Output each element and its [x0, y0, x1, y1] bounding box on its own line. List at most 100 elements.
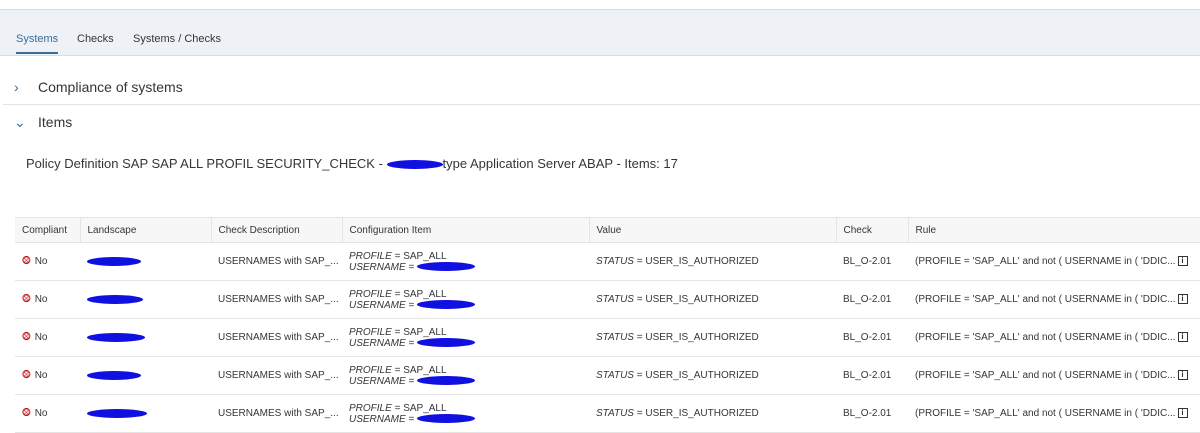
column-header[interactable]: Check [836, 217, 909, 243]
column-header[interactable]: Check Description [211, 217, 343, 243]
info-icon[interactable]: i [1177, 332, 1188, 343]
config-value: = [405, 299, 418, 311]
table-row[interactable]: ⨷ No USERNAMES with SAP_... PROFILE = SAP… [15, 242, 1200, 281]
status-negative-icon: ⨷ [22, 293, 31, 305]
check-cell: BL_O-2.01 [836, 356, 908, 395]
config-value: = [405, 337, 418, 349]
compliant-cell: ⨷ No [15, 356, 80, 395]
info-icon[interactable]: i [1177, 294, 1188, 305]
check-cell: BL_O-2.01 [836, 318, 908, 357]
redaction [417, 414, 476, 424]
config-item-cell: PROFILE = SAP_ALL USERNAME = [342, 280, 589, 319]
tab-systems[interactable]: Systems [16, 33, 59, 54]
info-icon[interactable]: i [1177, 408, 1188, 419]
config-value: = [405, 261, 418, 273]
value-value: = USER_IS_AUTHORIZED [633, 294, 759, 305]
config-key: USERNAME [349, 299, 406, 311]
status-negative-icon: ⨷ [22, 255, 31, 267]
compliant-cell: ⨷ No [15, 394, 80, 433]
panel-items-header[interactable]: ⌄ Items [0, 105, 1200, 139]
value-key: STATUS [596, 256, 634, 267]
config-value: = SAP_ALL [391, 326, 447, 338]
config-value: = SAP_ALL [391, 250, 447, 262]
value-value: = USER_IS_AUTHORIZED [633, 256, 759, 267]
table-row[interactable]: ⨷ No USERNAMES with SAP_... PROFILE = SAP… [15, 280, 1200, 319]
landscape-cell [80, 356, 211, 395]
rule-cell: (PROFILE = 'SAP_ALL' and not ( USERNAME … [908, 318, 1200, 357]
description-cell: USERNAMES with SAP_... [211, 356, 342, 395]
status-negative-icon: ⨷ [22, 369, 31, 381]
rule-cell: (PROFILE = 'SAP_ALL' and not ( USERNAME … [908, 394, 1200, 433]
column-header[interactable]: Compliant [15, 217, 81, 243]
column-header[interactable]: Rule [908, 217, 1200, 243]
check-cell: BL_O-2.01 [836, 242, 908, 281]
redaction [417, 262, 476, 272]
config-item-cell: PROFILE = SAP_ALL USERNAME = [342, 394, 589, 433]
compliant-value: No [34, 370, 48, 381]
title-suffix: type Application Server ABAP - Items: 17 [442, 156, 678, 171]
compliant-cell: ⨷ No [15, 280, 80, 319]
description-cell: USERNAMES with SAP_... [211, 242, 342, 281]
value-cell: STATUS = USER_IS_AUTHORIZED [589, 356, 836, 395]
config-key: PROFILE [349, 402, 392, 414]
compliant-cell: ⨷ No [15, 242, 80, 281]
compliant-value: No [34, 294, 48, 305]
check-cell: BL_O-2.01 [836, 394, 908, 433]
info-icon[interactable]: i [1177, 370, 1188, 381]
rule-text: (PROFILE = 'SAP_ALL' and not ( USERNAME … [915, 294, 1176, 305]
landscape-cell [80, 242, 211, 281]
config-key: PROFILE [349, 326, 392, 338]
status-negative-icon: ⨷ [22, 407, 31, 419]
tab-systems-checks[interactable]: Systems / Checks [133, 33, 221, 45]
column-header[interactable]: Landscape [80, 217, 212, 243]
redaction [417, 338, 476, 348]
info-icon[interactable]: i [1177, 256, 1188, 267]
config-key: USERNAME [349, 261, 406, 273]
compliant-value: No [34, 332, 48, 343]
panel-title: Compliance of systems [38, 79, 183, 95]
landscape-cell [80, 318, 211, 357]
value-value: = USER_IS_AUTHORIZED [633, 370, 759, 381]
compliant-cell: ⨷ No [15, 318, 80, 357]
value-value: = USER_IS_AUTHORIZED [633, 408, 759, 419]
redaction [386, 160, 443, 170]
redaction [87, 294, 143, 304]
column-header[interactable]: Configuration Item [342, 217, 590, 243]
description-cell: USERNAMES with SAP_... [211, 318, 342, 357]
compliant-value: No [34, 256, 48, 267]
table-row[interactable]: ⨷ No USERNAMES with SAP_... PROFILE = SAP… [15, 318, 1200, 357]
tab-checks[interactable]: Checks [77, 33, 114, 45]
chevron-right-icon: › [14, 79, 19, 95]
value-cell: STATUS = USER_IS_AUTHORIZED [589, 280, 836, 319]
value-key: STATUS [596, 294, 634, 305]
config-key: USERNAME [349, 337, 406, 349]
config-value: = [405, 413, 418, 425]
description-cell: USERNAMES with SAP_... [211, 280, 342, 319]
rule-text: (PROFILE = 'SAP_ALL' and not ( USERNAME … [915, 408, 1176, 419]
table-row[interactable]: ⨷ No USERNAMES with SAP_... PROFILE = SAP… [15, 394, 1200, 433]
config-key: USERNAME [349, 413, 406, 425]
top-bar [0, 0, 1200, 10]
status-negative-icon: ⨷ [22, 331, 31, 343]
column-header[interactable]: Value [589, 217, 837, 243]
panel-title: Items [38, 114, 73, 130]
value-key: STATUS [596, 408, 634, 419]
redaction [87, 370, 141, 380]
table-row[interactable]: ⨷ No USERNAMES with SAP_... PROFILE = SAP… [15, 356, 1200, 395]
config-item-cell: PROFILE = SAP_ALL USERNAME = [342, 242, 589, 281]
panel-compliance-header[interactable]: › Compliance of systems [0, 70, 1200, 104]
redaction [417, 300, 476, 310]
config-key: PROFILE [349, 288, 392, 300]
description-cell: USERNAMES with SAP_... [211, 394, 342, 433]
value-value: = USER_IS_AUTHORIZED [633, 332, 759, 343]
tab-bar: Systems Checks Systems / Checks [0, 10, 1200, 56]
landscape-cell [80, 280, 211, 319]
rule-cell: (PROFILE = 'SAP_ALL' and not ( USERNAME … [908, 242, 1200, 281]
landscape-cell [80, 394, 211, 433]
redaction [87, 332, 145, 342]
config-key: PROFILE [349, 364, 392, 376]
rule-text: (PROFILE = 'SAP_ALL' and not ( USERNAME … [915, 332, 1176, 343]
check-cell: BL_O-2.01 [836, 280, 908, 319]
config-value: = SAP_ALL [391, 288, 447, 300]
config-value: = SAP_ALL [391, 364, 447, 376]
